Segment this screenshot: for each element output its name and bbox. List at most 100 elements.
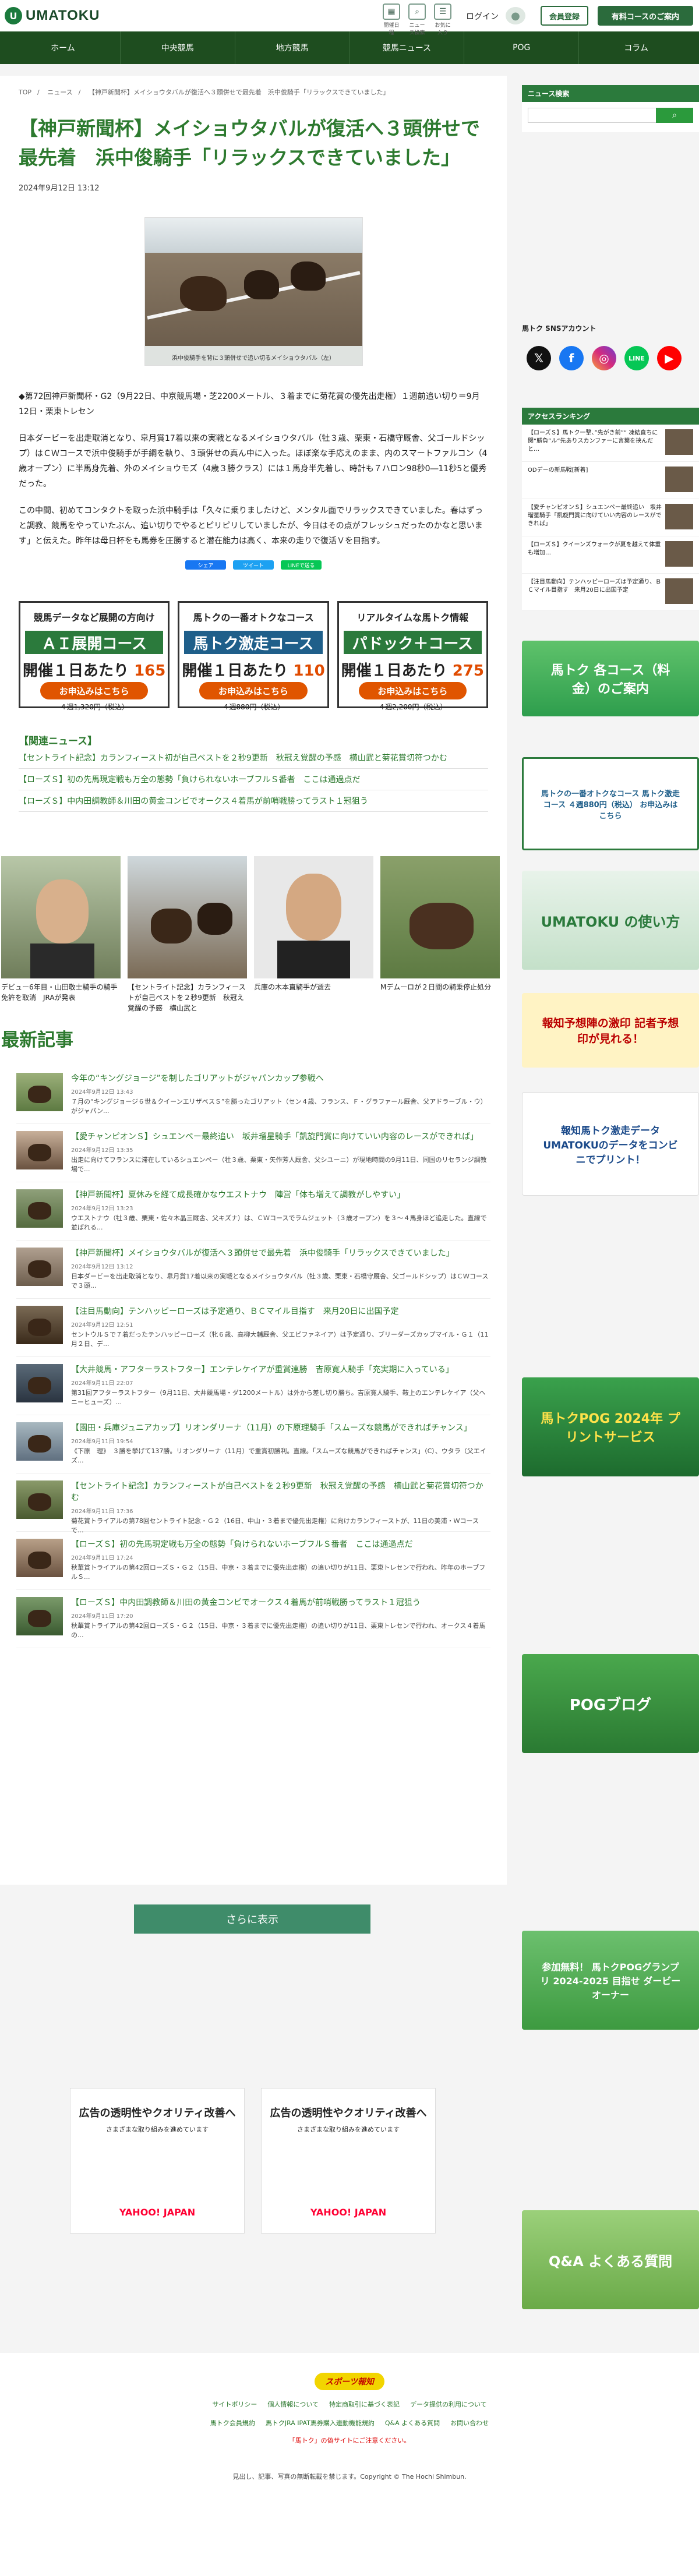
latest-article-title[interactable]: 【大井競馬・アフターラストフター】エンテレケイアが重賞連勝 吉原寛人騎手「充実期… bbox=[71, 1364, 490, 1376]
nav-news[interactable]: 競馬ニュース bbox=[350, 31, 465, 64]
promo-gekiso-course[interactable]: 馬トクの一番オトクなコース 馬トク激走コース 開催１日あたり 110円 ４週88… bbox=[178, 601, 329, 711]
latest-article-date: 2024年9月11日 17:36 bbox=[71, 1508, 133, 1515]
calendar-icon[interactable]: ▦ 開催日程 bbox=[382, 3, 401, 36]
pog-print-banner[interactable]: 馬トクPOG 2024年 プリントサービス bbox=[522, 1377, 699, 1476]
access-ranking-item[interactable]: 【注目馬動向】テンハッピーローズは予定通り、ＢＣマイル目指す 来月20日に出国予… bbox=[522, 574, 699, 611]
access-ranking-item[interactable]: 【愛チャンピオンＳ】シュエンペー最終追い 坂井瑠星騎手「凱旋門賞に向けていい内容… bbox=[522, 499, 699, 536]
latest-article-item[interactable]: 【注目馬動向】テンハッピーローズは予定通り、ＢＣマイル目指す 来月20日に出国予… bbox=[16, 1299, 490, 1357]
article-paragraph: この中間、初めてコンタクトを取った浜中騎手は「久々に乗りましたけど、メンタル面で… bbox=[19, 506, 483, 546]
sns-heading: 馬トク SNSアカウント bbox=[522, 324, 596, 333]
promo-paddock-course[interactable]: リアルタイムな馬トク情報 パドック＋コース 開催１日あたり 275円 ４週2,2… bbox=[337, 601, 488, 711]
footer-link[interactable]: 馬トクJRA IPAT馬券購入連動機能規約 bbox=[266, 2418, 375, 2427]
promo-cta-button[interactable]: お申込みはこちら bbox=[199, 682, 308, 699]
breadcrumb-top[interactable]: TOP bbox=[19, 89, 31, 96]
footer-link[interactable]: 特定商取引に基づく表記 bbox=[329, 2400, 400, 2409]
latest-article-item[interactable]: 【神戸新聞杯】夏休みを経て成長確かなウエストナウ 陣営「体も増えて調教がしやすい… bbox=[16, 1182, 490, 1241]
site-logo[interactable]: U UMATOKU bbox=[5, 7, 100, 24]
news-tile[interactable]: Mデムーロが２日間の騎乗停止処分 bbox=[380, 856, 500, 1013]
news-tile[interactable]: デビュー6年目・山田敬士騎手の騎手免許を取消 JRAが発表 bbox=[1, 856, 121, 1013]
convenience-print-banner[interactable]: 報知馬トク激走データ UMATOKUのデータをコンビニでプリント！ bbox=[522, 1092, 699, 1196]
search-icon[interactable]: ⌕ bbox=[656, 108, 693, 123]
access-ranking-thumbnail bbox=[665, 578, 693, 604]
facebook-share-button[interactable]: シェア bbox=[185, 560, 226, 570]
user-avatar-icon[interactable]: ● bbox=[506, 7, 525, 24]
latest-article-title[interactable]: 【神戸新聞杯】メイショウタバルが復活へ３頭併せで最先着 浜中俊騎手「リラックスで… bbox=[71, 1248, 490, 1259]
latest-article-title[interactable]: 【ローズＳ】中内田調教師＆川田の黄金コンビでオークス４着馬が前哨戦勝ってラスト１… bbox=[71, 1597, 490, 1609]
breadcrumb-current: 【神戸新聞杯】メイショウタバルが復活へ３頭併せで最先着 浜中俊騎手「リラックスで… bbox=[88, 89, 390, 96]
search-icon[interactable]: ⌕ ニュース検索 bbox=[407, 3, 427, 36]
news-tile[interactable]: 兵庫の木本直騎手が逝去 bbox=[254, 856, 373, 1013]
promo-cta-button[interactable]: お申込みはこちら bbox=[358, 682, 467, 699]
latest-article-title[interactable]: 【愛チャンピオンＳ】シュエンペー最終追い 坂井瑠星騎手「凱旋門賞に向けていい内容… bbox=[71, 1131, 490, 1143]
latest-article-title[interactable]: 【ローズＳ】初の先馬現定戦も万全の態勢「負けられないホーブフルＳ番者 ここは通過… bbox=[71, 1539, 490, 1550]
access-ranking-item[interactable]: 【ローズＳ】馬トク一撃、”先がき前”“ 凍結直ちに関“勝負”ル“先ありスカンファ… bbox=[522, 425, 699, 462]
footer-link[interactable]: データ提供の利用について bbox=[410, 2400, 487, 2409]
footer-link[interactable]: 個人情報について bbox=[267, 2400, 319, 2409]
instagram-icon[interactable]: ◎ bbox=[592, 346, 616, 370]
how-to-use-banner[interactable]: UMATOKU の使い方 bbox=[522, 871, 699, 970]
course-guide-banner[interactable]: 馬トク 各コース（料金）のご案内 bbox=[522, 641, 699, 716]
footer-links-row2: 馬トク会員規約 馬トクJRA IPAT馬券購入連動機能規約 Q&A よくある質問… bbox=[0, 2418, 699, 2427]
access-ranking-item[interactable]: ODデーの新馬戦[新着] bbox=[522, 462, 699, 499]
youtube-icon[interactable]: ▶ bbox=[657, 346, 682, 370]
latest-article-item[interactable]: 【愛チャンピオンＳ】シュエンペー最終追い 坂井瑠星騎手「凱旋門賞に向けていい内容… bbox=[16, 1124, 490, 1182]
latest-article-date: 2024年9月12日 13:23 bbox=[71, 1206, 133, 1212]
footer-link[interactable]: 馬トク会員規約 bbox=[210, 2418, 255, 2427]
news-tile[interactable]: 【セントライト記念】カランフィーストが自己ベストを２秒9更新 秋冠え覚醒の予感 … bbox=[128, 856, 247, 1013]
related-link[interactable]: 【ローズＳ】初の先馬現定戦も万全の態勢「負けられないホーブフルＳ番者 ここは通過… bbox=[19, 769, 488, 790]
facebook-icon[interactable]: f bbox=[559, 346, 584, 370]
latest-article-item[interactable]: 【大井競馬・アフターラストフター】エンテレケイアが重賞連勝 吉原寛人騎手「充実期… bbox=[16, 1357, 490, 1415]
sponsored-ad[interactable]: 広告の透明性やクオリティ改善へ さまざまな取り組みを進めています YAHOO! … bbox=[70, 2088, 245, 2234]
x-icon[interactable]: 𝕏 bbox=[527, 346, 551, 370]
latest-article-title[interactable]: 【セントライト記念】カランフィーストが自己ベストを２秒9更新 秋冠え覚醒の予感 … bbox=[71, 1480, 490, 1504]
related-link[interactable]: 【ローズＳ】中内田調教師＆川田の黄金コンビでオークス４着馬が前哨戦勝ってラスト１… bbox=[19, 790, 488, 812]
promo-cta-button[interactable]: お申込みはこちら bbox=[40, 682, 149, 699]
gekiso-course-banner[interactable]: 馬トクの一番オトクなコース 馬トク激走コース ４週880円（税込） お申込みはこ… bbox=[522, 757, 699, 850]
footer-link[interactable]: Q&A よくある質問 bbox=[385, 2418, 440, 2427]
latest-article-title[interactable]: 【注目馬動向】テンハッピーローズは予定通り、ＢＣマイル目指す 来月20日に出国予… bbox=[71, 1306, 490, 1317]
latest-article-item[interactable]: 【セントライト記念】カランフィーストが自己ベストを２秒9更新 秋冠え覚醒の予感 … bbox=[16, 1473, 490, 1534]
related-link[interactable]: 【セントライト記念】カランフィースト初が自己ベストを２秒9更新 秋冠え覚醒の予感… bbox=[19, 747, 488, 769]
latest-article-title[interactable]: 今年の“キングジョージ”を制したゴリアットがジャパンカップ参戦へ bbox=[71, 1073, 490, 1084]
latest-article-item[interactable]: 今年の“キングジョージ”を制したゴリアットがジャパンカップ参戦へ 2024年9月1… bbox=[16, 1066, 490, 1124]
nav-column[interactable]: コラム bbox=[579, 31, 693, 64]
tweet-button[interactable]: ツイート bbox=[233, 560, 274, 570]
footer-link[interactable]: サイトポリシー bbox=[212, 2400, 257, 2409]
login-link[interactable]: ログイン bbox=[466, 10, 499, 22]
line-share-button[interactable]: LINEで送る bbox=[281, 560, 322, 570]
latest-article-item[interactable]: 【神戸新聞杯】メイショウタバルが復活へ３頭併せで最先着 浜中俊騎手「リラックスで… bbox=[16, 1241, 490, 1299]
nav-central[interactable]: 中央競馬 bbox=[121, 31, 235, 64]
show-more-button[interactable]: さらに表示 bbox=[134, 1904, 370, 1934]
pog-blog-banner[interactable]: POGブログ bbox=[522, 1654, 699, 1753]
nav-local[interactable]: 地方競馬 bbox=[235, 31, 350, 64]
promo-ai-course[interactable]: 競馬データなど展開の方向け ＡＩ展開コース 開催１日あたり 165円 ４週1,3… bbox=[19, 601, 170, 711]
footer-links-row1: サイトポリシー 個人情報について 特定商取引に基づく表記 データ提供の利用につい… bbox=[0, 2400, 699, 2409]
bookmark-icon[interactable]: ☰ お気に入り bbox=[433, 3, 453, 36]
paid-course-button[interactable]: 有料コースのご案内 bbox=[598, 6, 693, 26]
nav-home[interactable]: ホーム bbox=[6, 31, 121, 64]
register-button[interactable]: 会員登録 bbox=[541, 6, 588, 26]
yahoo-logo: YAHOO! JAPAN bbox=[310, 2207, 387, 2218]
fake-site-warning[interactable]: 「馬トク」の偽サイトにご注意ください。 bbox=[0, 2436, 699, 2445]
latest-article-item[interactable]: 【ローズＳ】初の先馬現定戦も万全の態勢「負けられないホーブフルＳ番者 ここは通過… bbox=[16, 1532, 490, 1590]
latest-article-item[interactable]: 【ローズＳ】中内田調教師＆川田の黄金コンビでオークス４着馬が前哨戦勝ってラスト１… bbox=[16, 1590, 490, 1648]
latest-list: 今年の“キングジョージ”を制したゴリアットがジャパンカップ参戦へ 2024年9月1… bbox=[16, 1066, 490, 1648]
footer-link[interactable]: お問い合わせ bbox=[450, 2418, 489, 2427]
latest-article-item[interactable]: 【園田・兵庫ジュニアカップ】リオンダリーナ（11月）の下原理騎手「スムーズな競馬… bbox=[16, 1415, 490, 1473]
sponsored-ad[interactable]: 広告の透明性やクオリティ改善へ さまざまな取り組みを進めています YAHOO! … bbox=[261, 2088, 436, 2234]
pog-grandprix-banner[interactable]: 参加無料！ 馬トクPOGグランプリ 2024-2025 目指せ ダービーオーナー bbox=[522, 1931, 699, 2030]
access-ranking-heading: アクセスランキング bbox=[522, 408, 699, 425]
latest-article-snippet: 秋華賞トライアルの第42回ローズＳ・Ｇ２（15日、中京・３着までに優先出走権）の… bbox=[71, 1564, 486, 1581]
faq-banner[interactable]: Q&A よくある質問 bbox=[522, 2210, 699, 2309]
latest-article-title[interactable]: 【神戸新聞杯】夏休みを経て成長確かなウエストナウ 陣営「体も増えて調教がしやすい… bbox=[71, 1189, 490, 1201]
expert-picks-banner[interactable]: 報知予想陣の激印 記者予想印が見れる！ bbox=[522, 993, 699, 1068]
article-thumbnail bbox=[16, 1189, 63, 1228]
breadcrumb-news[interactable]: ニュース bbox=[47, 89, 72, 96]
access-ranking-item[interactable]: 【ローズＳ】クイーンズウォークが夏を越えて体重も増加… bbox=[522, 536, 699, 574]
hochi-logo[interactable]: スポーツ報知 bbox=[315, 2373, 384, 2390]
nav-pog[interactable]: POG bbox=[464, 31, 580, 64]
related-heading: 【関連ニュース】 bbox=[19, 736, 98, 747]
line-icon[interactable]: LINE bbox=[624, 346, 649, 370]
news-search-input[interactable] bbox=[528, 108, 656, 123]
latest-article-title[interactable]: 【園田・兵庫ジュニアカップ】リオンダリーナ（11月）の下原理騎手「スムーズな競馬… bbox=[71, 1422, 490, 1434]
